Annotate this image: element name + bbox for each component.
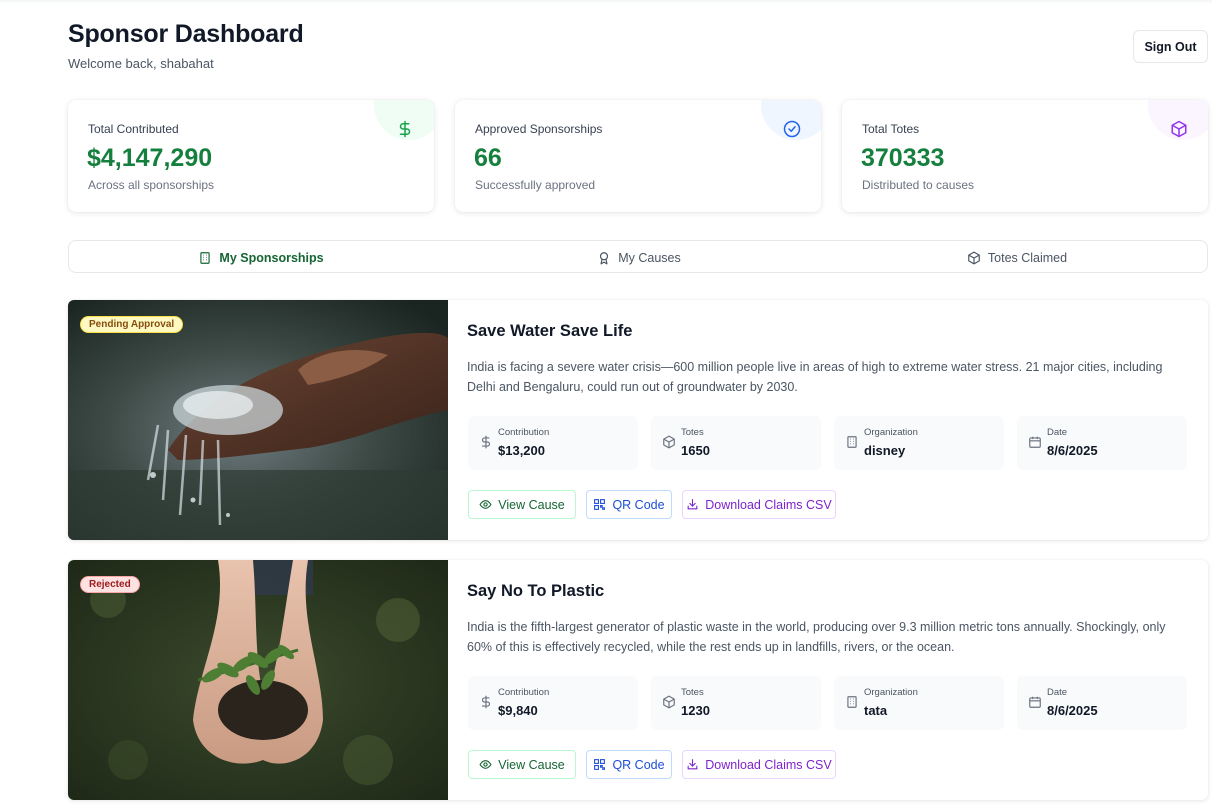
calendar-icon [1029, 436, 1041, 448]
button-label: Download Claims CSV [705, 757, 832, 772]
package-icon [663, 435, 675, 449]
stat-value: 66 [474, 144, 502, 172]
qr-code-icon [594, 499, 606, 510]
qr-code-icon [594, 759, 606, 770]
tab-label: My Sponsorships [219, 250, 324, 265]
meta-value: 1230 [681, 703, 710, 718]
stat-subtitle: Across all sponsorships [88, 178, 215, 192]
status-badge-pending: Pending Approval [80, 316, 184, 333]
cause-description: India is the fifth-largest generator of … [467, 620, 1166, 654]
stat-label: Total Totes [862, 122, 920, 136]
view-cause-button[interactable]: View Cause [468, 750, 576, 779]
button-label: QR Code [612, 757, 665, 772]
package-icon [1171, 120, 1187, 138]
qr-code-button[interactable]: QR Code [586, 750, 672, 779]
top-shadow-bar [0, 0, 1212, 4]
stat-value: 370333 [861, 144, 945, 172]
meta-organization: Organization tata [834, 676, 1004, 730]
meta-organization: Organization disney [834, 416, 1004, 470]
meta-value: $13,200 [498, 443, 545, 458]
dollar-icon [481, 435, 491, 449]
building-icon [200, 251, 211, 264]
stat-label: Total Contributed [88, 122, 179, 136]
cause-title: Say No To Plastic [467, 582, 605, 600]
tab-label: My Causes [618, 250, 681, 265]
download-icon [687, 759, 698, 770]
tab-totes-claimed[interactable]: Totes Claimed [829, 245, 1205, 270]
meta-date: Date 8/6/2025 [1017, 416, 1187, 470]
dollar-icon [399, 120, 411, 138]
status-badge-rejected: Rejected [80, 576, 140, 593]
meta-label: Contribution [498, 687, 550, 698]
meta-label: Organization [864, 687, 918, 698]
stat-card-approved-sponsorships: Approved Sponsorships 66 Successfully ap… [455, 100, 821, 212]
welcome-message: Welcome back, shabahat [68, 56, 214, 71]
stat-subtitle: Successfully approved [475, 178, 596, 192]
cause-title: Save Water Save Life [467, 322, 633, 340]
tab-my-sponsorships[interactable]: My Sponsorships [73, 245, 449, 270]
award-icon [600, 251, 609, 264]
meta-date: Date 8/6/2025 [1017, 676, 1187, 730]
meta-value: 1650 [681, 443, 710, 458]
sponsorship-card: Rejected Say No To Plastic India is the … [68, 560, 1208, 800]
tab-label: Totes Claimed [987, 250, 1068, 265]
meta-label: Totes [681, 687, 704, 698]
download-icon [687, 499, 698, 510]
meta-value: $9,840 [498, 703, 538, 718]
meta-label: Contribution [498, 427, 550, 438]
meta-label: Date [1047, 427, 1068, 438]
tab-bar: My Sponsorships My Causes Totes Claimed [68, 240, 1208, 273]
meta-value: 8/6/2025 [1047, 703, 1098, 718]
meta-label: Organization [864, 427, 918, 438]
button-label: Download Claims CSV [705, 497, 832, 512]
package-icon [968, 251, 980, 264]
meta-value: disney [864, 443, 906, 458]
stat-card-total-totes: Total Totes 370333 Distributed to causes [842, 100, 1208, 212]
meta-label: Totes [681, 427, 704, 438]
stat-value: $4,147,290 [87, 144, 213, 172]
building-icon [847, 696, 857, 708]
sign-out-button[interactable]: Sign Out [1133, 30, 1208, 63]
dollar-icon [481, 695, 491, 709]
calendar-icon [1029, 696, 1041, 708]
meta-contribution: Contribution $9,840 [468, 676, 638, 730]
cause-description: India is facing a severe water crisis—60… [467, 360, 1163, 394]
button-label: QR Code [612, 497, 665, 512]
download-claims-csv-button[interactable]: Download Claims CSV [682, 490, 836, 519]
download-claims-csv-button[interactable]: Download Claims CSV [682, 750, 836, 779]
meta-totes: Totes 1650 [651, 416, 821, 470]
eye-icon [479, 760, 492, 769]
button-label: View Cause [498, 757, 565, 772]
qr-code-button[interactable]: QR Code [586, 490, 672, 519]
cause-image-hands-plant [68, 560, 448, 800]
stat-card-total-contributed: Total Contributed $4,147,290 Across all … [68, 100, 434, 212]
meta-contribution: Contribution $13,200 [468, 416, 638, 470]
meta-label: Date [1047, 687, 1068, 698]
package-icon [663, 695, 675, 709]
stat-label: Approved Sponsorships [475, 122, 603, 136]
building-icon [847, 436, 857, 448]
page-title: Sponsor Dashboard [68, 20, 304, 48]
meta-value: tata [864, 703, 888, 718]
tab-my-causes[interactable]: My Causes [449, 245, 829, 270]
eye-icon [479, 500, 492, 509]
check-circle-icon [783, 120, 801, 138]
cause-image-water-hands [68, 300, 448, 540]
stat-subtitle: Distributed to causes [862, 178, 975, 192]
meta-totes: Totes 1230 [651, 676, 821, 730]
view-cause-button[interactable]: View Cause [468, 490, 576, 519]
sponsorship-card: Pending Approval Save Water Save Life In… [68, 300, 1208, 540]
meta-value: 8/6/2025 [1047, 443, 1098, 458]
button-label: View Cause [498, 497, 565, 512]
